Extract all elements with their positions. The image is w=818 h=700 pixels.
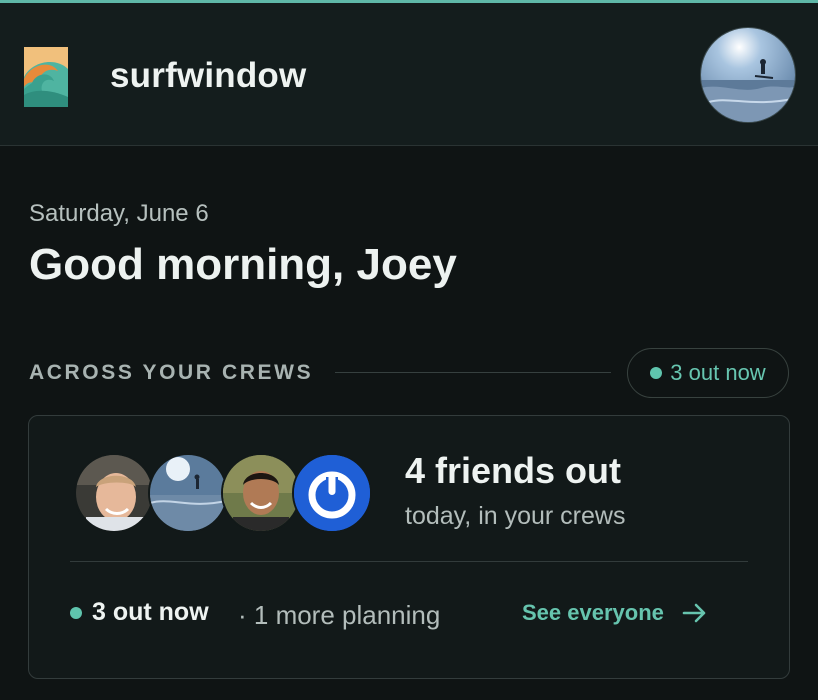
- see-everyone-link[interactable]: See everyone: [522, 600, 708, 626]
- friends-subtitle: today, in your crews: [405, 502, 626, 530]
- section-divider: [335, 372, 611, 373]
- friends-count: 4 friends out: [405, 450, 622, 491]
- wave-logo-icon[interactable]: [20, 43, 72, 111]
- profile-avatar[interactable]: [700, 27, 796, 123]
- arrow-right-icon: [682, 603, 706, 623]
- planning-status: · 1 more planning: [238, 600, 441, 630]
- current-date: Saturday, June 6: [29, 200, 209, 227]
- friend-avatar-2[interactable]: [148, 453, 228, 533]
- out-now-pill-label: 3 out now: [670, 360, 766, 385]
- friend-avatar-4[interactable]: [292, 453, 372, 533]
- out-now-pill[interactable]: 3 out now: [627, 348, 789, 398]
- greeting-title: Good morning, Joey: [29, 240, 457, 289]
- status-dot-icon: [650, 367, 663, 379]
- see-everyone-label: See everyone: [522, 600, 664, 625]
- power-logo-icon: [294, 455, 370, 531]
- out-now-label: 3 out now: [92, 598, 209, 626]
- home-screen: surfwindow Saturday, June 6 Good morning…: [0, 0, 818, 700]
- friend-avatar-3[interactable]: [221, 453, 301, 533]
- status-dot-icon: [70, 606, 82, 619]
- friend-avatar-1[interactable]: [74, 453, 154, 533]
- card-divider: [70, 561, 748, 562]
- out-now-status: 3 out now: [70, 598, 209, 627]
- app-header: surfwindow: [0, 0, 818, 146]
- app-name: surfwindow: [110, 56, 307, 95]
- section-label: ACROSS YOUR CREWS: [29, 361, 314, 384]
